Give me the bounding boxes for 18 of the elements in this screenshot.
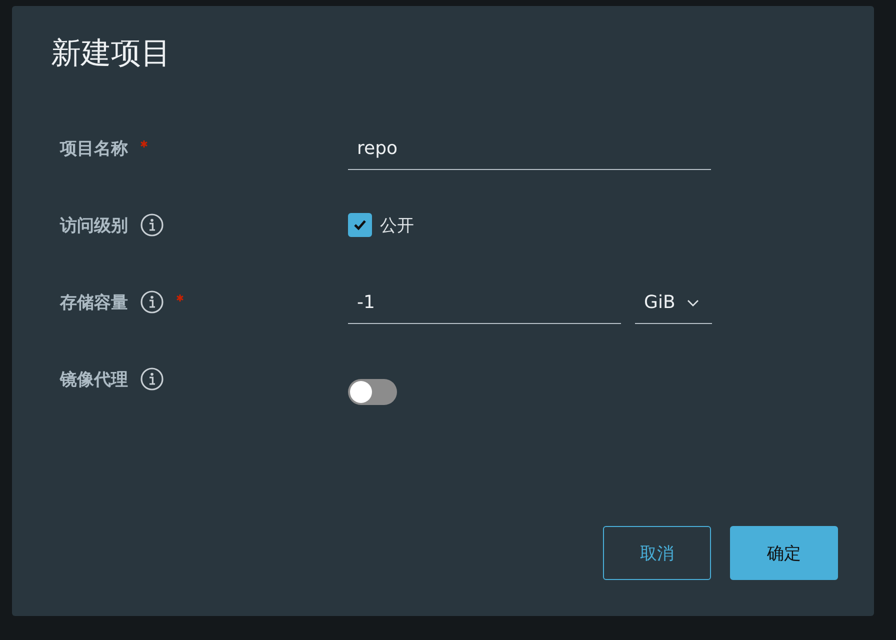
field-label: 存储容量 bbox=[60, 292, 128, 314]
checkbox-label: 公开 bbox=[380, 214, 414, 236]
caret-icon bbox=[687, 298, 700, 306]
cancel-button[interactable]: 取消 bbox=[603, 526, 711, 580]
info-icon[interactable] bbox=[140, 290, 164, 314]
check-icon bbox=[353, 219, 367, 231]
confirm-button[interactable]: 确定 bbox=[730, 526, 838, 580]
unit-select[interactable]: GiB bbox=[635, 288, 712, 324]
quota-input[interactable]: -1 bbox=[348, 288, 621, 324]
field-label: 项目名称 bbox=[60, 138, 128, 160]
name-input[interactable]: repo bbox=[348, 134, 711, 170]
field-label: 访问级别 bbox=[60, 214, 128, 236]
info-icon[interactable] bbox=[140, 367, 164, 391]
info-icon[interactable] bbox=[140, 213, 164, 237]
checkbox[interactable] bbox=[348, 213, 372, 237]
toggle-switch[interactable] bbox=[348, 379, 397, 405]
field-label: 镜像代理 bbox=[60, 368, 128, 390]
dialog-title: 新建项目 bbox=[51, 35, 172, 73]
